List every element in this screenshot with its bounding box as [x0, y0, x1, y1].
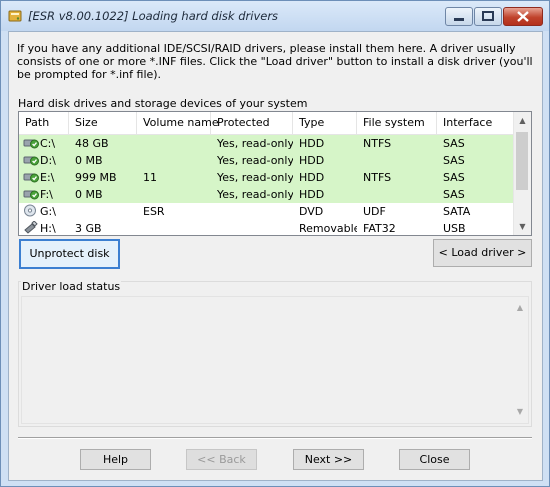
scroll-up-icon[interactable]: ▲: [514, 303, 526, 312]
scrollbar-thumb[interactable]: [516, 132, 528, 190]
drives-list-body: C:\ 48 GB Yes, read-only HDD NTFS SAS D:…: [19, 135, 515, 235]
column-header-protected[interactable]: Protected: [211, 112, 293, 134]
drive-volume-name: ESR: [143, 205, 165, 218]
drive-interface: SATA: [443, 205, 471, 218]
drive-path: G:\: [40, 205, 56, 218]
drive-protected: Yes, read-only: [217, 154, 293, 167]
drive-file-system: [357, 152, 437, 169]
drive-interface: SAS: [443, 171, 465, 184]
drive-volume-name: 11: [143, 171, 157, 184]
title-bar[interactable]: [ESR v8.00.1022] Loading hard disk drive…: [1, 1, 549, 31]
intro-text: If you have any additional IDE/SCSI/RAID…: [17, 42, 533, 81]
protected-hdd-icon: [23, 156, 39, 166]
scroll-down-icon[interactable]: ▼: [514, 407, 526, 416]
dialog-client-area: If you have any additional IDE/SCSI/RAID…: [8, 31, 543, 481]
unprotect-disk-button[interactable]: Unprotect disk: [19, 239, 120, 269]
drive-size: 0 MB: [75, 154, 103, 167]
drive-volume-name: [137, 135, 211, 152]
column-header-volume-name[interactable]: Volume name: [137, 112, 219, 134]
drive-protected: [211, 203, 293, 220]
dvd-drive-icon: [24, 204, 36, 217]
column-header-interface[interactable]: Interface: [437, 112, 515, 134]
load-driver-button[interactable]: < Load driver >: [433, 239, 532, 267]
drive-protected: Yes, read-only: [217, 137, 293, 150]
table-row[interactable]: G:\ ESR DVD UDF SATA: [19, 203, 515, 220]
close-icon: [517, 11, 529, 22]
drive-size: [69, 203, 137, 220]
drive-volume-name: [137, 220, 211, 235]
drives-list-header: Path Size Volume name Protected Type Fil…: [19, 112, 515, 135]
usb-drive-icon: [24, 221, 38, 234]
drive-file-system: FAT32: [363, 222, 396, 235]
maximize-icon: [482, 11, 494, 21]
drive-protected: [211, 220, 293, 235]
driver-load-status-group: Driver load status ▲ ▼: [18, 280, 532, 427]
drive-file-system: UDF: [363, 205, 386, 218]
table-row[interactable]: F:\ 0 MB Yes, read-only HDD SAS: [19, 186, 515, 203]
driver-load-status-label: Driver load status: [21, 280, 122, 293]
scroll-up-icon[interactable]: ▲: [514, 112, 531, 129]
drive-protected: Yes, read-only: [217, 188, 293, 201]
drive-file-system: NTFS: [363, 137, 392, 150]
drive-size: 48 GB: [75, 137, 109, 150]
drive-volume-name: [137, 152, 211, 169]
main-window: [ESR v8.00.1022] Loading hard disk drive…: [0, 0, 550, 487]
drive-path: F:\: [40, 188, 53, 201]
protected-hdd-icon: [23, 173, 39, 183]
back-button[interactable]: << Back: [186, 449, 257, 470]
close-button[interactable]: Close: [399, 449, 470, 470]
footer-separator: [18, 437, 532, 439]
drive-type: HDD: [299, 171, 325, 184]
column-header-file-system[interactable]: File system: [357, 112, 437, 134]
drive-type: Removable: [299, 222, 357, 235]
drive-interface: SAS: [443, 188, 465, 201]
drive-size: 3 GB: [75, 222, 102, 235]
drive-size: 0 MB: [75, 188, 103, 201]
drive-protected: Yes, read-only: [217, 171, 293, 184]
minimize-button[interactable]: [445, 7, 473, 26]
drive-type: DVD: [299, 205, 324, 218]
maximize-button[interactable]: [474, 7, 502, 26]
protected-hdd-icon: [23, 190, 39, 200]
next-button[interactable]: Next >>: [293, 449, 364, 470]
drive-interface: SAS: [443, 154, 465, 167]
drive-type: HDD: [299, 154, 325, 167]
drive-interface: USB: [443, 222, 466, 235]
driver-load-status-box[interactable]: ▲ ▼: [21, 296, 529, 424]
drive-volume-name: [137, 186, 211, 203]
drive-interface: SAS: [443, 137, 465, 150]
table-row[interactable]: D:\ 0 MB Yes, read-only HDD SAS: [19, 152, 515, 169]
drive-path: E:\: [40, 171, 55, 184]
app-icon: [8, 10, 22, 22]
minimize-icon: [454, 18, 464, 21]
column-header-type[interactable]: Type: [293, 112, 357, 134]
drive-file-system: NTFS: [363, 171, 392, 184]
window-title: [ESR v8.00.1022] Loading hard disk drive…: [28, 9, 279, 23]
protected-hdd-icon: [23, 139, 39, 149]
drive-path: C:\: [40, 137, 56, 150]
drive-type: HDD: [299, 137, 325, 150]
drive-size: 999 MB: [75, 171, 117, 184]
table-row[interactable]: E:\ 999 MB 11 Yes, read-only HDD NTFS SA…: [19, 169, 515, 186]
drive-path: D:\: [40, 154, 56, 167]
help-button[interactable]: Help: [80, 449, 151, 470]
table-row[interactable]: C:\ 48 GB Yes, read-only HDD NTFS SAS: [19, 135, 515, 152]
drive-type: HDD: [299, 188, 325, 201]
drive-file-system: [357, 186, 437, 203]
column-header-size[interactable]: Size: [69, 112, 137, 134]
window-close-button[interactable]: [503, 7, 543, 26]
column-header-path[interactable]: Path: [19, 112, 69, 134]
table-row[interactable]: H:\ 3 GB Removable FAT32 USB: [19, 220, 515, 235]
scroll-down-icon[interactable]: ▼: [514, 218, 531, 235]
drive-path: H:\: [40, 222, 56, 235]
drives-list[interactable]: Path Size Volume name Protected Type Fil…: [18, 111, 532, 236]
drives-section-label: Hard disk drives and storage devices of …: [18, 97, 308, 110]
drives-list-scrollbar[interactable]: ▲ ▼: [513, 112, 531, 235]
